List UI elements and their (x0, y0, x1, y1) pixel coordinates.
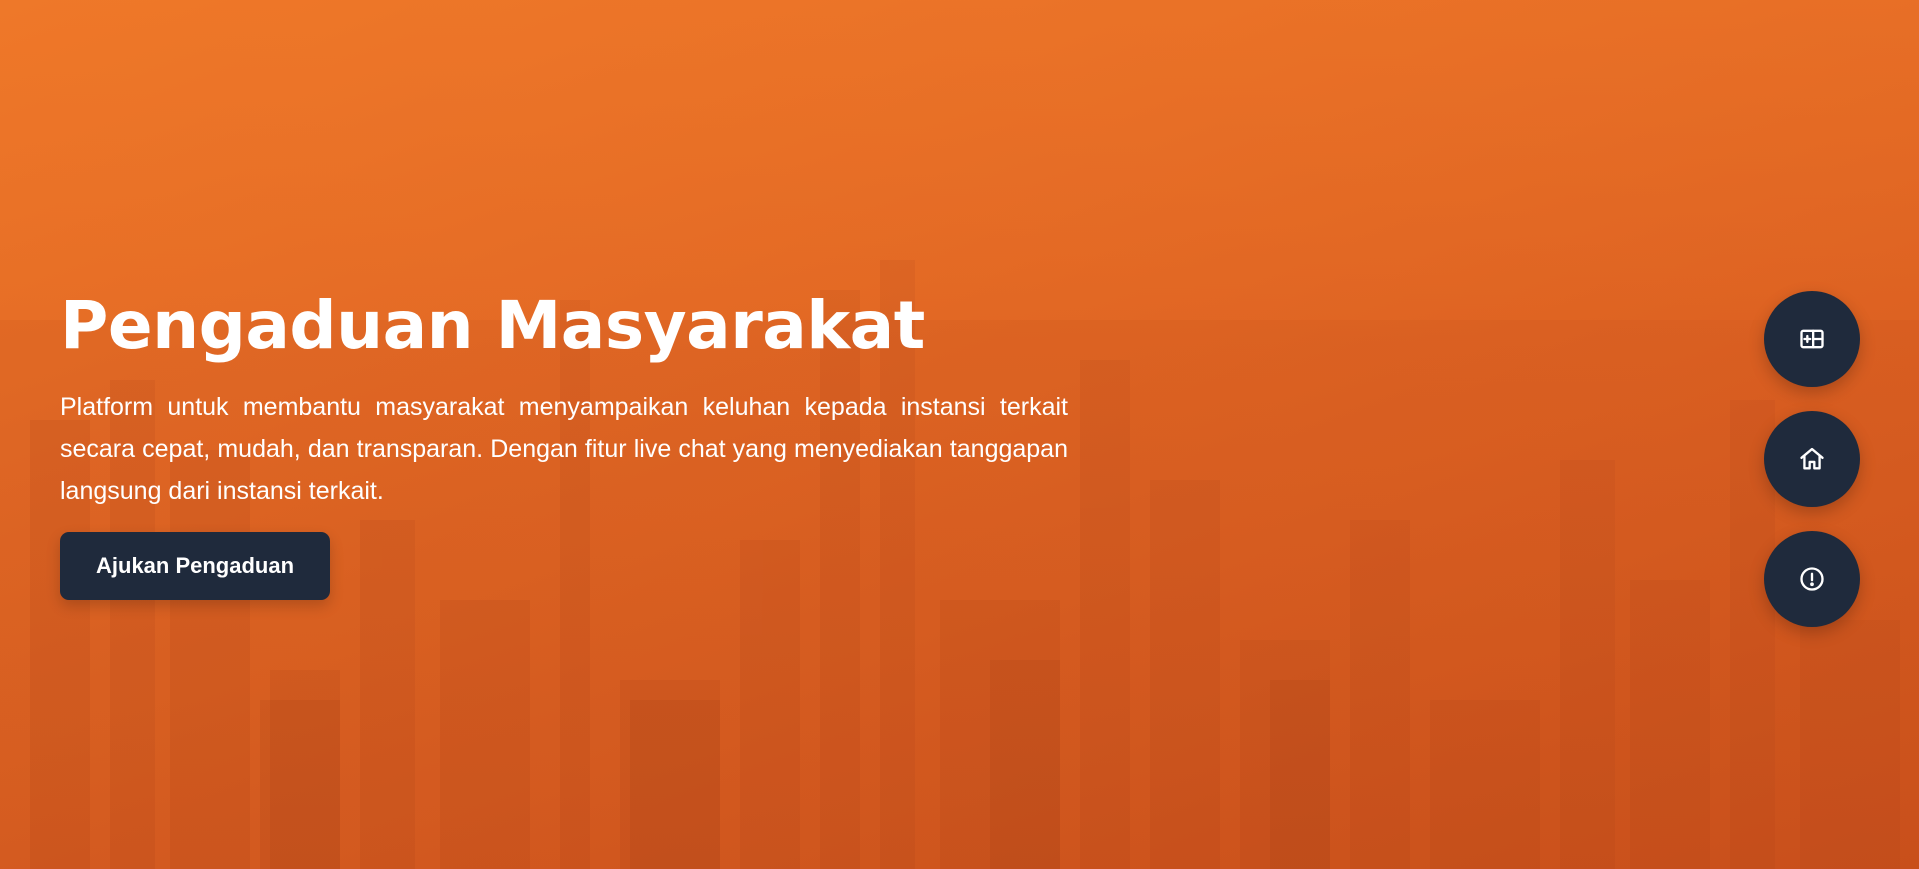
submit-complaint-button[interactable]: Ajukan Pengaduan (60, 532, 331, 600)
info-alert-button[interactable] (1764, 531, 1860, 627)
home-button[interactable] (1764, 411, 1860, 507)
add-card-icon (1800, 329, 1824, 349)
hero-title: Pengaduan Masyarakat (60, 287, 925, 364)
hero-description: Platform untuk membantu masyarakat menya… (60, 393, 1068, 505)
add-card-button[interactable] (1764, 291, 1860, 387)
home-icon (1800, 447, 1824, 470)
alert-circle-icon (1800, 567, 1824, 591)
hero-section: Pengaduan Masyarakat Platform untuk memb… (0, 0, 1919, 869)
hero-content: Pengaduan Masyarakat Platform untuk memb… (60, 288, 1068, 600)
floating-action-stack (1764, 291, 1860, 627)
